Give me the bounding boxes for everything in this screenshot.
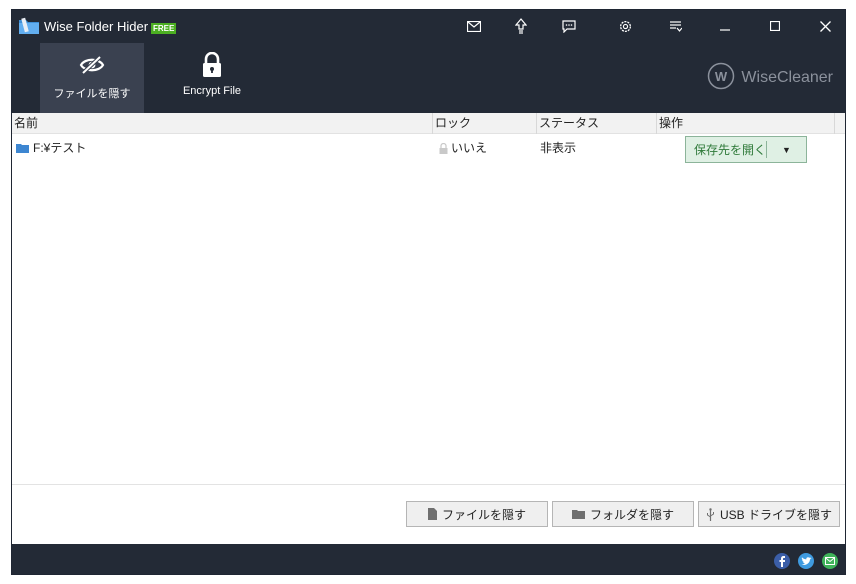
hide-file-button[interactable]: ファイルを隠す (406, 501, 548, 527)
folder-icon (16, 143, 29, 153)
app-title: Wise Folder Hider (44, 19, 149, 34)
hide-file-label: ファイルを隠す (441, 507, 526, 522)
column-header-status[interactable]: ステータス (537, 113, 657, 134)
open-location-label: 保存先を開く (694, 143, 767, 157)
status-bar (12, 544, 845, 574)
wisecleaner-logo-icon: W (705, 62, 737, 93)
maximize-button[interactable] (760, 14, 790, 38)
table-header: 名前 ロック ステータス 操作 (12, 113, 845, 134)
column-header-action[interactable]: 操作 (657, 113, 835, 134)
hide-folder-label: フォルダを隠す (589, 507, 674, 522)
upgrade-icon[interactable] (510, 16, 532, 36)
minimize-button[interactable] (710, 14, 740, 38)
tab-encrypt-file[interactable]: Encrypt File (160, 43, 264, 113)
wisecleaner-logo-letter: W (715, 69, 728, 84)
hide-usb-label: USB ドライブを隠す (719, 507, 832, 522)
dropdown-arrow-icon[interactable]: ▼ (767, 145, 806, 155)
divider (12, 484, 845, 485)
lock-status-icon (439, 142, 448, 154)
column-header-lock[interactable]: ロック (433, 113, 537, 134)
email-share-icon[interactable] (822, 553, 838, 569)
lock-value: いいえ (451, 141, 488, 155)
mail-icon[interactable] (463, 16, 485, 36)
free-badge: FREE (151, 23, 177, 34)
lock-cell: いいえ (439, 134, 487, 162)
app-logo-icon (18, 17, 40, 35)
column-header-name[interactable]: 名前 (12, 113, 433, 134)
eye-slash-icon (79, 51, 105, 79)
facebook-icon[interactable] (774, 553, 790, 569)
usb-icon (706, 507, 715, 521)
title-bar: Wise Folder Hider FREE (12, 10, 845, 42)
folder-path: F:¥テスト (33, 141, 87, 155)
twitter-icon[interactable] (798, 553, 814, 569)
lock-icon (201, 51, 223, 79)
tab-encrypt-file-label: Encrypt File (182, 85, 242, 97)
tab-hide-file-label: ファイルを隠す (53, 88, 131, 100)
wisecleaner-text: WiseCleaner (741, 68, 833, 86)
menu-icon[interactable] (665, 16, 687, 36)
feedback-icon[interactable] (558, 16, 580, 36)
tab-hide-file[interactable]: ファイルを隠す (40, 43, 144, 113)
hide-folder-button[interactable]: フォルダを隠す (552, 501, 694, 527)
status-value: 非表示 (540, 141, 577, 155)
file-icon (427, 508, 437, 520)
top-bar: Wise Folder Hider FREE ファイルを隠す Encrypt F… (12, 10, 845, 113)
settings-icon[interactable] (614, 16, 636, 36)
wisecleaner-brand[interactable]: W WiseCleaner (705, 62, 833, 93)
close-button[interactable] (810, 14, 840, 38)
folder-icon (571, 509, 585, 519)
open-location-button[interactable]: 保存先を開く ▼ (685, 136, 807, 163)
app-window: Wise Folder Hider FREE ファイルを隠す Encrypt F… (11, 9, 846, 575)
name-cell: F:¥テスト (16, 134, 86, 162)
table-row[interactable]: F:¥テスト いいえ 非表示 保存先を開く ▼ (12, 134, 845, 163)
hide-usb-button[interactable]: USB ドライブを隠す (698, 501, 840, 527)
